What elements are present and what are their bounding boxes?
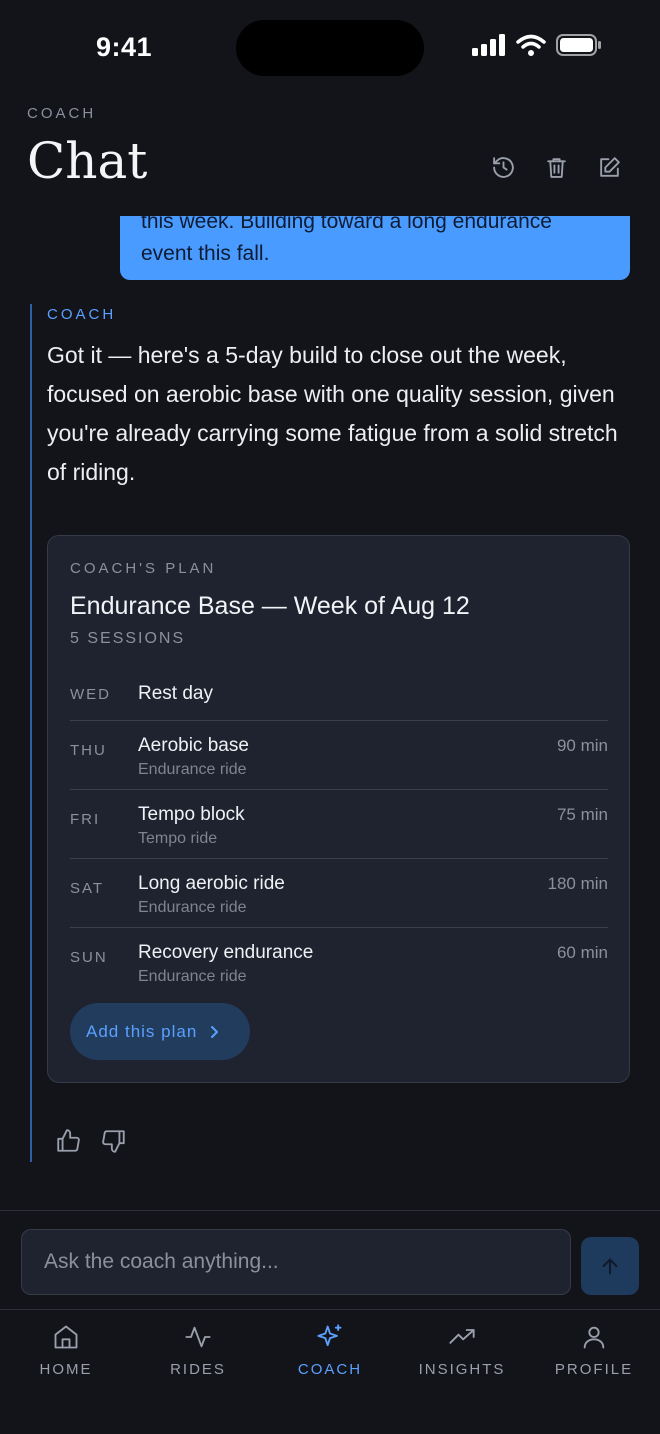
session-name: Aerobic base bbox=[138, 735, 249, 756]
user-icon bbox=[583, 1326, 605, 1349]
session-name: Tempo block bbox=[138, 804, 245, 825]
tab-home[interactable]: HOME bbox=[0, 1323, 132, 1378]
session-name: Long aerobic ride bbox=[138, 873, 285, 894]
session-day: THU bbox=[70, 742, 107, 759]
plan-title: Endurance Base — Week of Aug 12 bbox=[70, 592, 470, 620]
signal-icon bbox=[472, 34, 505, 56]
session-name: Rest day bbox=[138, 683, 213, 704]
tab-rides[interactable]: RIDES bbox=[132, 1323, 264, 1378]
session-row[interactable]: SUN Recovery endurance Endurance ride 60… bbox=[70, 928, 608, 997]
tab-label: INSIGHTS bbox=[418, 1361, 506, 1378]
home-icon bbox=[54, 1325, 78, 1349]
plan-card: COACH'S PLAN Endurance Base — Week of Au… bbox=[47, 535, 630, 1083]
session-type: Endurance ride bbox=[138, 968, 247, 985]
thumbs-up-icon[interactable] bbox=[55, 1128, 81, 1154]
session-day: FRI bbox=[70, 811, 101, 828]
header-actions bbox=[491, 155, 622, 180]
add-plan-button[interactable]: Add this plan bbox=[70, 1003, 250, 1060]
trash-icon[interactable] bbox=[544, 155, 569, 180]
session-duration: 180 min bbox=[547, 874, 608, 893]
tab-insights[interactable]: INSIGHTS bbox=[396, 1323, 528, 1378]
thumbs-down-icon[interactable] bbox=[101, 1128, 127, 1154]
chevron-right-icon bbox=[211, 1025, 219, 1038]
coach-message-text: Got it — here's a 5-day build to close o… bbox=[47, 342, 618, 485]
session-duration: 90 min bbox=[556, 736, 608, 755]
page-overline: COACH bbox=[27, 105, 97, 122]
send-button[interactable] bbox=[581, 1237, 639, 1295]
chat-scroll-area[interactable]: this week. Building toward a long endura… bbox=[0, 216, 660, 1210]
trend-icon bbox=[449, 1329, 475, 1344]
message-feedback bbox=[55, 1128, 127, 1154]
user-message-bubble: this week. Building toward a long endura… bbox=[120, 216, 630, 280]
session-list: WED Rest day THU Aerobic base Endurance … bbox=[70, 662, 608, 997]
battery-icon bbox=[556, 34, 601, 56]
dynamic-island bbox=[236, 20, 424, 76]
tab-label: PROFILE bbox=[554, 1361, 634, 1378]
status-icons bbox=[472, 34, 602, 56]
arrow-up-icon bbox=[602, 1258, 618, 1275]
session-type: Endurance ride bbox=[138, 761, 247, 778]
session-duration: 60 min bbox=[556, 943, 608, 962]
message-input[interactable] bbox=[21, 1229, 571, 1295]
activity-icon bbox=[185, 1326, 211, 1348]
tab-label: COACH bbox=[297, 1361, 363, 1378]
tab-label: RIDES bbox=[170, 1361, 226, 1378]
session-day: SUN bbox=[70, 949, 108, 966]
plan-overline: COACH'S PLAN bbox=[70, 560, 217, 577]
session-row[interactable]: THU Aerobic base Endurance ride 90 min bbox=[70, 721, 608, 790]
session-day: WED bbox=[70, 686, 111, 703]
session-row[interactable]: WED Rest day bbox=[70, 662, 608, 721]
wifi-icon bbox=[516, 34, 546, 56]
tab-bar: HOME RIDES COACH INSIGHTS PROFILE bbox=[0, 1311, 660, 1434]
coach-thread-line bbox=[30, 304, 32, 1162]
message-composer bbox=[0, 1210, 660, 1310]
tab-coach[interactable]: COACH bbox=[264, 1323, 396, 1378]
add-plan-label: Add this plan bbox=[86, 1021, 198, 1041]
plan-session-count: 5 SESSIONS bbox=[70, 630, 186, 647]
sparkle-icon bbox=[317, 1324, 342, 1347]
coach-sender-label: COACH bbox=[47, 306, 117, 323]
history-icon[interactable] bbox=[491, 155, 516, 180]
page-title: Chat bbox=[27, 132, 148, 190]
session-name: Recovery endurance bbox=[138, 942, 314, 963]
session-day: SAT bbox=[70, 880, 105, 897]
tab-label: HOME bbox=[39, 1361, 93, 1378]
session-duration: 75 min bbox=[556, 805, 608, 824]
session-type: Tempo ride bbox=[138, 830, 218, 847]
status-time: 9:41 bbox=[96, 32, 153, 62]
session-row[interactable]: FRI Tempo block Tempo ride 75 min bbox=[70, 790, 608, 859]
session-row[interactable]: SAT Long aerobic ride Endurance ride 180… bbox=[70, 859, 608, 928]
tab-profile[interactable]: PROFILE bbox=[528, 1323, 660, 1378]
status-bar: 9:41 bbox=[0, 0, 660, 100]
compose-icon[interactable] bbox=[597, 155, 622, 180]
session-type: Endurance ride bbox=[138, 899, 247, 916]
